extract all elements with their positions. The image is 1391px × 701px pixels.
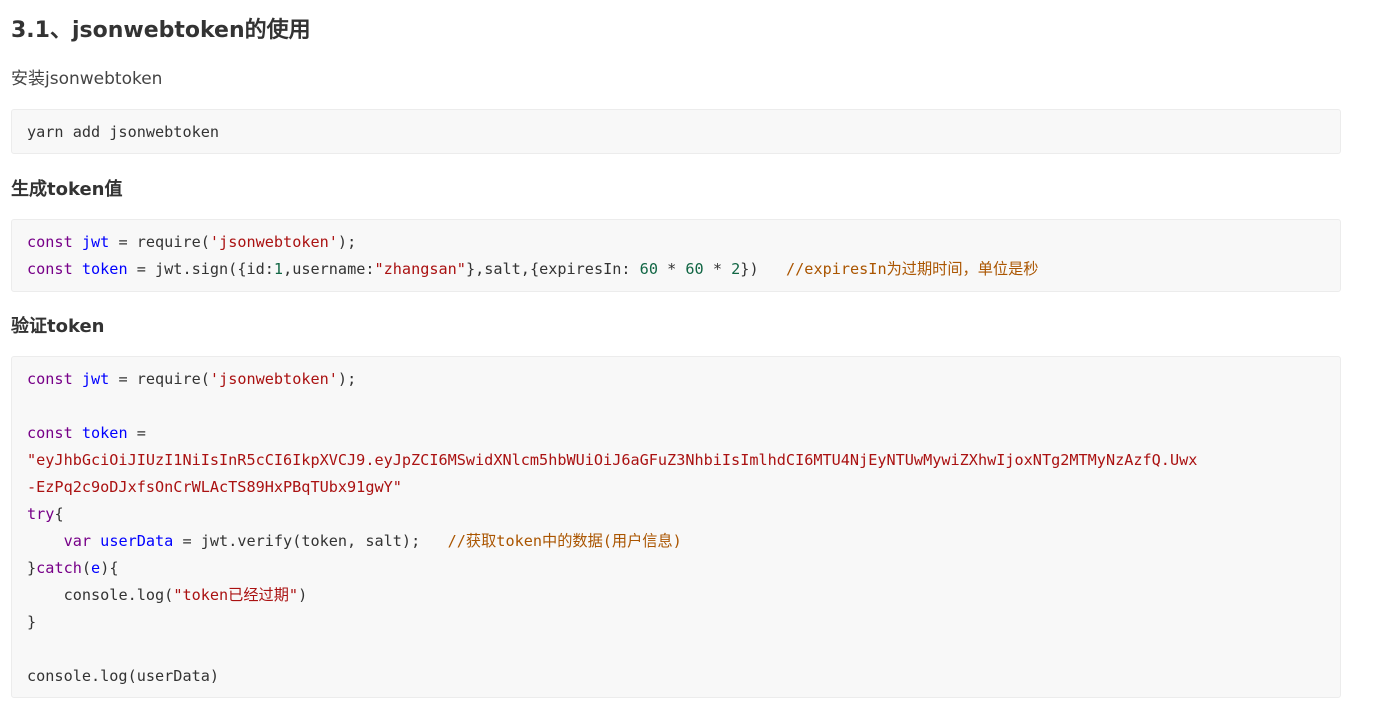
keyword: catch [36,559,82,577]
string-literal: "zhangsan" [374,260,466,278]
verify-token-heading: 验证token [11,316,105,337]
code-line: try{ [27,501,1325,528]
variable: token [81,424,128,442]
code-line: }catch(e){ [27,555,1325,582]
code-text: ){ [100,559,119,577]
code-text: console.log( [63,586,174,604]
code-text: },salt,{expiresIn: [465,260,640,278]
keyword: try [27,505,55,523]
code-text: = jwt.sign({id: [127,260,274,278]
variable: e [91,559,101,577]
install-description: 安装jsonwebtoken [11,69,163,89]
generate-token-heading: 生成token值 [11,179,123,200]
number-literal: 2 [731,260,741,278]
string-literal: "token已经过期" [173,586,299,604]
number-literal: 60 [685,260,704,278]
code-line: var userData = jwt.verify(token, salt); … [27,528,1325,555]
code-text: }) [740,260,787,278]
variable: token [81,260,128,278]
number-literal: 60 [639,260,658,278]
code-line: const token = [27,420,1325,447]
code-line: const jwt = require('jsonwebtoken'); [27,229,1325,256]
code-line: console.log(userData) [27,667,220,685]
string-literal: 'jsonwebtoken' [209,370,338,388]
variable: userData [100,532,174,550]
code-comment: //expiresIn为过期时间，单位是秒 [786,260,1039,278]
code-text: ) [298,586,308,604]
code-text: ,username: [283,260,375,278]
code-text: ( [81,559,92,577]
number-literal: 1 [273,260,284,278]
code-line: console.log("token已经过期") [27,582,1325,609]
keyword: var [63,532,92,550]
code-text: ); [337,233,357,251]
generate-token-code-block: const jwt = require('jsonwebtoken'); con… [11,219,1341,292]
code-comment: //获取token中的数据(用户信息) [447,532,682,550]
code-line: yarn add jsonwebtoken [27,123,220,141]
code-text: = [127,424,146,442]
keyword: const [27,233,73,251]
code-text: * [703,260,732,278]
token-string-line: "eyJhbGciOiJIUzI1NiIsInR5cCI6IkpXVCJ9.ey… [27,451,1198,469]
keyword: const [27,424,73,442]
code-text: { [54,505,64,523]
code-text: = jwt.verify(token, salt); [173,532,448,550]
code-line: const jwt = require('jsonwebtoken'); [27,366,1325,393]
keyword: const [27,260,73,278]
token-string-line: -EzPq2c9oDJxfsOnCrWLAcTS89HxPBqTUbx91gwY… [27,478,402,496]
code-line: } [27,613,37,631]
string-literal: 'jsonwebtoken' [209,233,338,251]
verify-token-code-block: const jwt = require('jsonwebtoken'); con… [11,356,1341,698]
keyword: const [27,370,73,388]
code-text: ); [337,370,357,388]
code-text: = require( [109,370,210,388]
install-code-block: yarn add jsonwebtoken [11,109,1341,154]
variable: jwt [81,233,110,251]
code-line: const token = jwt.sign({id:1,username:"z… [27,256,1325,283]
section-title: 3.1、jsonwebtoken的使用 [11,18,311,43]
code-text: * [657,260,686,278]
code-text: } [27,559,37,577]
variable: jwt [81,370,110,388]
code-text: = require( [109,233,210,251]
